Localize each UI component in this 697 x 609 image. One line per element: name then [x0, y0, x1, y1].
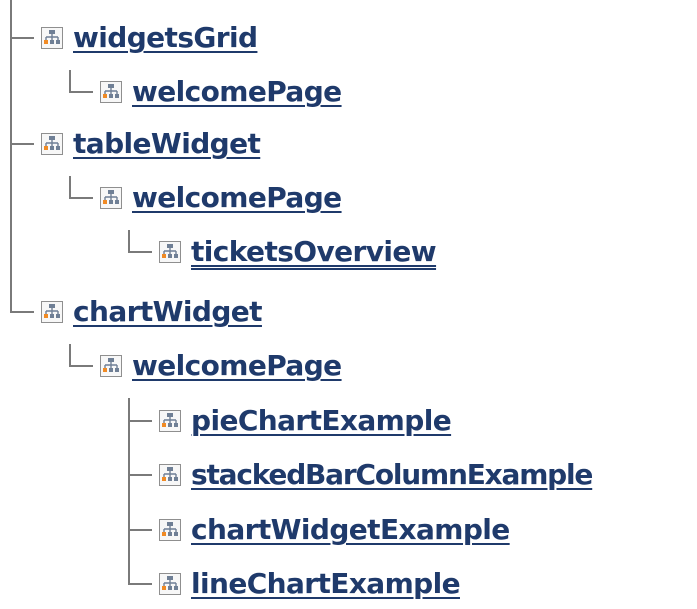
hierarchy-icon: [159, 464, 181, 486]
tree-connector: [69, 176, 71, 197]
tree-node-widgets-grid[interactable]: widgetsGrid: [41, 13, 258, 63]
tree-view: widgetsGrid welcomePage tableWidget welc…: [0, 0, 697, 601]
tree-node-label: welcomePage: [132, 349, 342, 382]
hierarchy-icon: [100, 81, 122, 103]
tree-node-line-chart-example[interactable]: lineChartExample: [159, 559, 461, 609]
tree-connector-root-branch: [10, 311, 34, 313]
tree-node-label: welcomePage: [132, 75, 342, 108]
tree-connector: [128, 583, 152, 585]
hierarchy-icon: [159, 410, 181, 432]
tree-node-welcome-page[interactable]: welcomePage: [100, 67, 342, 117]
tree-node-label: lineChartExample: [191, 567, 461, 600]
tree-node-tickets-overview[interactable]: ticketsOverview: [159, 227, 437, 277]
tree-connector-root: [10, 0, 12, 311]
tree-node-label: chartWidget: [73, 295, 263, 328]
tree-node-label: stackedBarColumnExample: [191, 458, 593, 491]
hierarchy-icon: [41, 133, 63, 155]
tree-node-label: tableWidget: [73, 127, 261, 160]
tree-node-welcome-page[interactable]: welcomePage: [100, 173, 342, 223]
tree-node-label: chartWidgetExample: [191, 513, 510, 546]
tree-node-label: ticketsOverview: [191, 235, 437, 268]
tree-connector: [128, 474, 152, 476]
tree-node-chart-widget-example[interactable]: chartWidgetExample: [159, 505, 510, 555]
tree-node-label: widgetsGrid: [73, 21, 258, 54]
tree-node-table-widget[interactable]: tableWidget: [41, 119, 261, 169]
tree-node-stacked-bar-column-example[interactable]: stackedBarColumnExample: [159, 450, 593, 500]
tree-connector: [128, 251, 152, 253]
tree-connector: [128, 398, 130, 583]
hierarchy-icon: [159, 519, 181, 541]
tree-connector: [128, 230, 130, 251]
tree-node-pie-chart-example[interactable]: pieChartExample: [159, 396, 452, 446]
tree-connector: [69, 365, 93, 367]
tree-node-label: pieChartExample: [191, 404, 452, 437]
hierarchy-icon: [159, 241, 181, 263]
hierarchy-icon: [41, 301, 63, 323]
hierarchy-icon: [159, 573, 181, 595]
tree-connector: [69, 70, 71, 91]
tree-connector: [128, 420, 152, 422]
tree-connector: [69, 344, 71, 365]
tree-node-welcome-page[interactable]: welcomePage: [100, 341, 342, 391]
tree-node-label: welcomePage: [132, 181, 342, 214]
tree-connector: [69, 197, 93, 199]
tree-connector: [128, 529, 152, 531]
tree-connector: [69, 91, 93, 93]
hierarchy-icon: [41, 27, 63, 49]
tree-node-chart-widget[interactable]: chartWidget: [41, 287, 263, 337]
tree-connector-root-branch: [10, 37, 34, 39]
tree-connector-root-branch: [10, 143, 34, 145]
hierarchy-icon: [100, 187, 122, 209]
hierarchy-icon: [100, 355, 122, 377]
